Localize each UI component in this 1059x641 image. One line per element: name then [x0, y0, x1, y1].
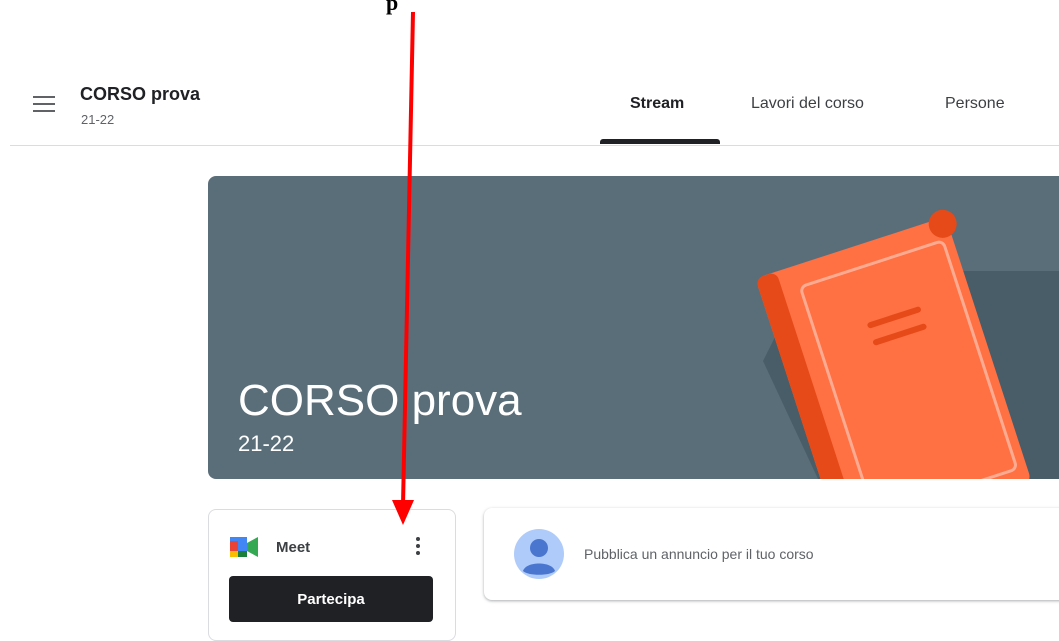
header-divider: [10, 145, 1059, 146]
user-avatar-icon: [514, 529, 564, 579]
course-title[interactable]: CORSO prova: [80, 84, 200, 105]
cropped-caption: p: [386, 0, 399, 15]
more-vertical-icon[interactable]: [408, 534, 428, 560]
course-banner: CORSO prova 21-22: [208, 176, 1059, 479]
join-meet-button[interactable]: Partecipa: [229, 576, 433, 622]
banner-course-title: CORSO prova: [238, 376, 522, 425]
announcement-composer[interactable]: Pubblica un annuncio per il tuo corso: [484, 508, 1059, 600]
tab-lavori-del-corso[interactable]: Lavori del corso: [751, 95, 864, 113]
tab-stream[interactable]: Stream: [630, 95, 684, 113]
meet-label: Meet: [276, 539, 311, 556]
top-app-bar: p CORSO prova 21-22 Stream Lavori del co…: [0, 0, 1059, 146]
meet-card: Meet Partecipa: [208, 509, 456, 641]
hamburger-menu-icon[interactable]: [33, 96, 55, 112]
book-icon: [757, 209, 1059, 479]
tab-persone[interactable]: Persone: [945, 95, 1005, 113]
banner-course-subtitle: 21-22: [238, 431, 295, 456]
active-tab-indicator: [600, 139, 720, 144]
google-meet-icon: [230, 537, 258, 557]
course-subtitle: 21-22: [81, 112, 115, 127]
announcement-placeholder: Pubblica un annuncio per il tuo corso: [584, 546, 814, 562]
